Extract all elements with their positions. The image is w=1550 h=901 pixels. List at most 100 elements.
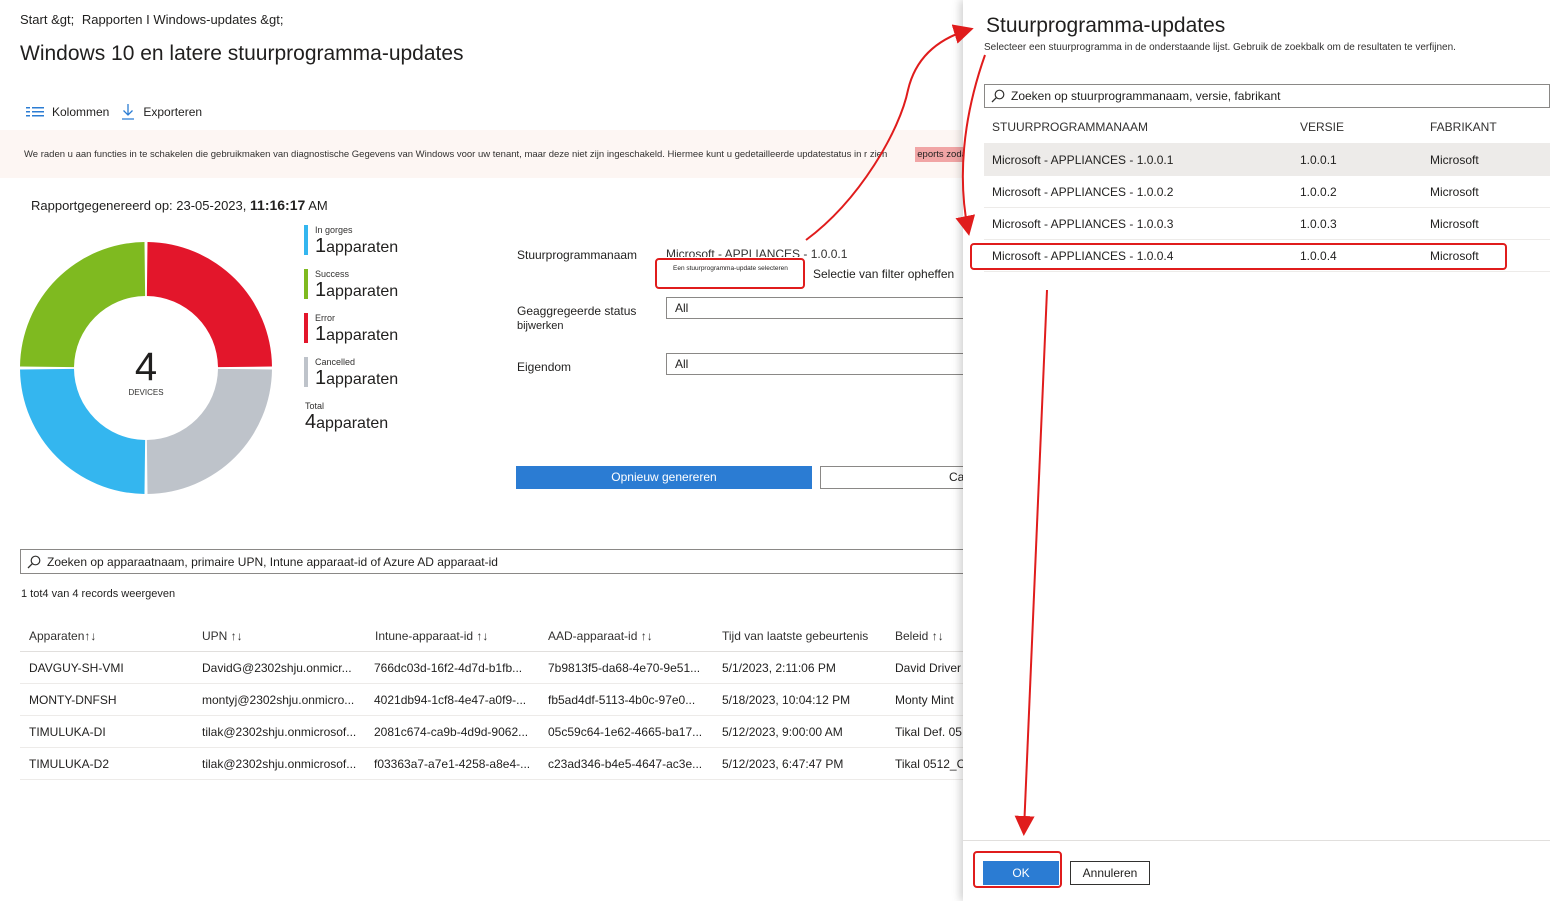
- cell-driver-name: Microsoft - APPLIANCES - 1.0.0.2: [992, 185, 1174, 199]
- cell-driver-name: Microsoft - APPLIANCES - 1.0.0.3: [992, 217, 1174, 231]
- cell-manufacturer: Microsoft: [1430, 153, 1479, 167]
- donut-caption: DEVICES: [128, 388, 163, 397]
- cell-policy: Tikal 0512_C: [895, 757, 965, 771]
- legend-item-cancelled[interactable]: Cancelled 1apparaten: [304, 356, 398, 400]
- cell-aad-id: c23ad346-b4e5-4647-ac3e...: [548, 757, 703, 771]
- legend-count: 1: [315, 235, 327, 257]
- cell-policy: David Driver: [895, 661, 962, 675]
- legend-item-error[interactable]: Error 1apparaten: [304, 312, 398, 356]
- legend-swatch: [304, 269, 308, 299]
- column-header-policy[interactable]: Beleid ↑↓: [895, 620, 965, 652]
- flyout-subtitle: Selecteer een stuurprogramma in de onder…: [984, 42, 1456, 53]
- driver-row[interactable]: Microsoft - APPLIANCES - 1.0.0.3 1.0.0.3…: [984, 208, 1550, 240]
- driver-row[interactable]: Microsoft - APPLIANCES - 1.0.0.2 1.0.0.2…: [984, 176, 1550, 208]
- clear-filter-link[interactable]: Selectie van filter opheffen: [813, 267, 954, 281]
- export-button[interactable]: Exporteren: [121, 104, 202, 120]
- table-row[interactable]: MONTY-DNFSH montyj@2302shju.onmicro... 4…: [20, 684, 965, 716]
- export-label: Exporteren: [143, 105, 203, 119]
- records-count: 1 tot4 van 4 records weergeven: [21, 588, 176, 600]
- cell-intune-id: 766dc03d-16f2-4d7d-b1fb...: [374, 661, 523, 675]
- donut-segment-in-gorges[interactable]: [20, 368, 146, 494]
- device-search-input[interactable]: Zoeken op apparaatnaam, primaire UPN, In…: [20, 549, 965, 574]
- cell-intune-id: f03363a7-a7e1-4258-a8e4-...: [374, 757, 531, 771]
- donut-segment-cancelled[interactable]: [146, 368, 272, 494]
- legend-swatch: [304, 225, 308, 255]
- column-header-manufacturer[interactable]: FABRIKANT: [1430, 110, 1497, 144]
- generated-label: Rapportgegenereerd op: 23-05-2023,: [31, 198, 247, 213]
- table-row[interactable]: TIMULUKA-D2 tilak@2302shju.onmicrosof...…: [20, 748, 965, 780]
- cell-upn: montyj@2302shju.onmicro...: [202, 693, 355, 707]
- donut-total: 4: [135, 345, 157, 389]
- column-header-version[interactable]: VERSIE: [1300, 110, 1344, 144]
- cell-device: MONTY-DNFSH: [29, 693, 117, 707]
- cell-device: TIMULUKA-DI: [29, 725, 106, 739]
- aggregated-status-label-2: bijwerken: [517, 320, 564, 332]
- legend-count: 1: [315, 367, 327, 389]
- column-header-last-event[interactable]: Tijd van laatste gebeurtenis: [722, 620, 892, 652]
- cell-driver-name: Microsoft - APPLIANCES - 1.0.0.1: [992, 153, 1174, 167]
- legend-label: Success: [315, 269, 350, 279]
- search-icon: [991, 89, 1005, 103]
- driver-row[interactable]: Microsoft - APPLIANCES - 1.0.0.1 1.0.0.1…: [984, 144, 1550, 176]
- cell-policy: Monty Mint: [895, 693, 954, 707]
- breadcrumb-reports[interactable]: Rapporten I Windows-updates &gt;: [82, 12, 284, 27]
- cell-upn: tilak@2302shju.onmicrosof...: [202, 725, 357, 739]
- column-header-aad-id[interactable]: AAD-apparaat-id ↑↓: [548, 620, 713, 652]
- columns-button[interactable]: Kolommen: [26, 105, 109, 119]
- column-header-upn[interactable]: UPN ↑↓: [202, 620, 362, 652]
- breadcrumb: Start &gt; Rapporten I Windows-updates &…: [20, 12, 287, 27]
- driver-search-input[interactable]: Zoeken op stuurprogrammanaam, versie, fa…: [984, 84, 1550, 108]
- regenerate-button[interactable]: Opnieuw genereren: [516, 466, 812, 489]
- toolbar: Kolommen Exporteren: [26, 101, 214, 123]
- page-title: Windows 10 en latere stuurprogramma-upda…: [20, 42, 464, 65]
- driver-updates-flyout: Stuurprogramma-updates Selecteer een stu…: [963, 0, 1550, 901]
- legend-label: Error: [315, 313, 335, 323]
- cell-version: 1.0.0.1: [1300, 153, 1337, 167]
- legend-item-in-progress[interactable]: In gorges 1apparaten: [304, 224, 398, 268]
- legend-label: Total: [305, 401, 325, 411]
- generated-time: 11:16:17: [250, 197, 306, 213]
- legend-unit: apparaten: [326, 283, 399, 300]
- cell-manufacturer: Microsoft: [1430, 185, 1479, 199]
- cell-aad-id: 7b9813f5-da68-4e70-9e51...: [548, 661, 701, 675]
- aggregated-status-dropdown[interactable]: All: [666, 297, 966, 319]
- legend-swatch: [304, 357, 308, 387]
- donut-segment-error[interactable]: [146, 242, 272, 368]
- breadcrumb-start[interactable]: Start &gt;: [20, 12, 74, 27]
- cell-policy: Tikal Def. 05: [895, 725, 962, 739]
- column-header-intune-id[interactable]: Intune-apparaat-id ↑↓: [375, 620, 540, 652]
- legend-label: In gorges: [315, 225, 353, 235]
- devices-table: Apparaten↑↓ UPN ↑↓ Intune-apparaat-id ↑↓…: [20, 620, 965, 780]
- annotation-highlight-ok: [973, 851, 1062, 888]
- cancel-button[interactable]: Annuleren: [1070, 861, 1150, 885]
- donut-segment-success[interactable]: [20, 242, 146, 368]
- cell-upn: tilak@2302shju.onmicrosof...: [202, 757, 357, 771]
- ownership-label: Eigendom: [517, 360, 572, 374]
- legend-swatch: [304, 313, 308, 343]
- table-row[interactable]: DAVGUY-SH-VMI DavidG@2302shju.onmicr... …: [20, 652, 965, 684]
- legend-label: Cancelled: [315, 357, 356, 367]
- status-legend: In gorges 1apparaten Success 1apparaten …: [304, 224, 398, 444]
- status-donut-chart: 4 DEVICES: [20, 242, 272, 494]
- cancel-report-button[interactable]: Ca: [820, 466, 966, 489]
- columns-icon: [26, 107, 44, 117]
- annotation-highlight-driver-row: [970, 243, 1507, 270]
- search-icon: [27, 555, 41, 568]
- column-header-driver-name[interactable]: STUURPROGRAMMANAAM: [992, 110, 1148, 144]
- download-icon: [122, 104, 135, 120]
- report-generated: Rapportgegenereerd op: 23-05-2023, 11:16…: [31, 197, 328, 213]
- device-search-placeholder: Zoeken op apparaatnaam, primaire UPN, In…: [47, 554, 498, 569]
- legend-count: 1: [315, 323, 327, 345]
- legend-count: 4: [305, 411, 317, 433]
- cell-last-event: 5/12/2023, 6:47:47 PM: [722, 757, 844, 771]
- legend-item-total: Total 4apparaten: [304, 400, 398, 444]
- ownership-dropdown[interactable]: All: [666, 353, 966, 375]
- driver-search-placeholder: Zoeken op stuurprogrammanaam, versie, fa…: [1011, 89, 1281, 103]
- column-header-devices[interactable]: Apparaten↑↓: [29, 620, 189, 652]
- legend-item-success[interactable]: Success 1apparaten: [304, 268, 398, 312]
- table-row[interactable]: TIMULUKA-DI tilak@2302shju.onmicrosof...…: [20, 716, 965, 748]
- columns-label: Kolommen: [52, 105, 110, 119]
- table-header: Apparaten↑↓ UPN ↑↓ Intune-apparaat-id ↑↓…: [20, 620, 965, 652]
- cell-last-event: 5/12/2023, 9:00:00 AM: [722, 725, 843, 739]
- warning-text: We raden u aan functies in te schakelen …: [24, 148, 888, 160]
